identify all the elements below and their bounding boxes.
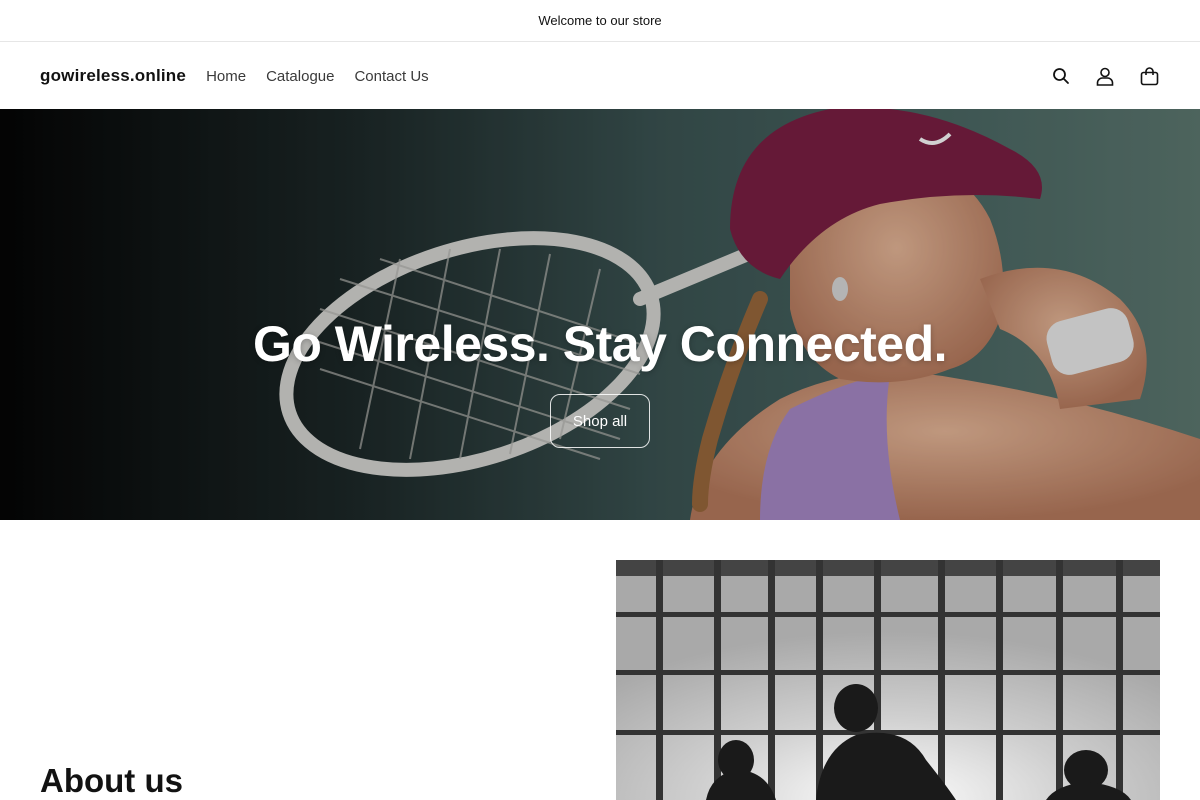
- about-us-heading: About us: [40, 762, 183, 799]
- announcement-text: Welcome to our store: [538, 13, 662, 28]
- announcement-bar: Welcome to our store: [0, 0, 1200, 42]
- hero-banner: Go Wireless. Stay Connected. Shop all: [0, 109, 1200, 520]
- search-icon[interactable]: [1050, 65, 1072, 87]
- main-nav: Home Catalogue Contact Us: [206, 68, 429, 85]
- store-logo[interactable]: gowireless.online: [40, 66, 186, 86]
- hero-content: Go Wireless. Stay Connected. Shop all: [0, 109, 1200, 520]
- cart-icon[interactable]: [1138, 65, 1160, 87]
- nav-home[interactable]: Home: [206, 68, 246, 85]
- shop-all-button[interactable]: Shop all: [550, 394, 650, 448]
- nav-catalogue[interactable]: Catalogue: [266, 68, 334, 85]
- site-header: gowireless.online Home Catalogue Contact…: [0, 43, 1200, 109]
- header-icons: [1050, 65, 1160, 87]
- about-image: [616, 560, 1160, 800]
- account-icon[interactable]: [1094, 65, 1116, 87]
- hero-title: Go Wireless. Stay Connected.: [252, 316, 948, 372]
- nav-contact-us[interactable]: Contact Us: [354, 68, 428, 85]
